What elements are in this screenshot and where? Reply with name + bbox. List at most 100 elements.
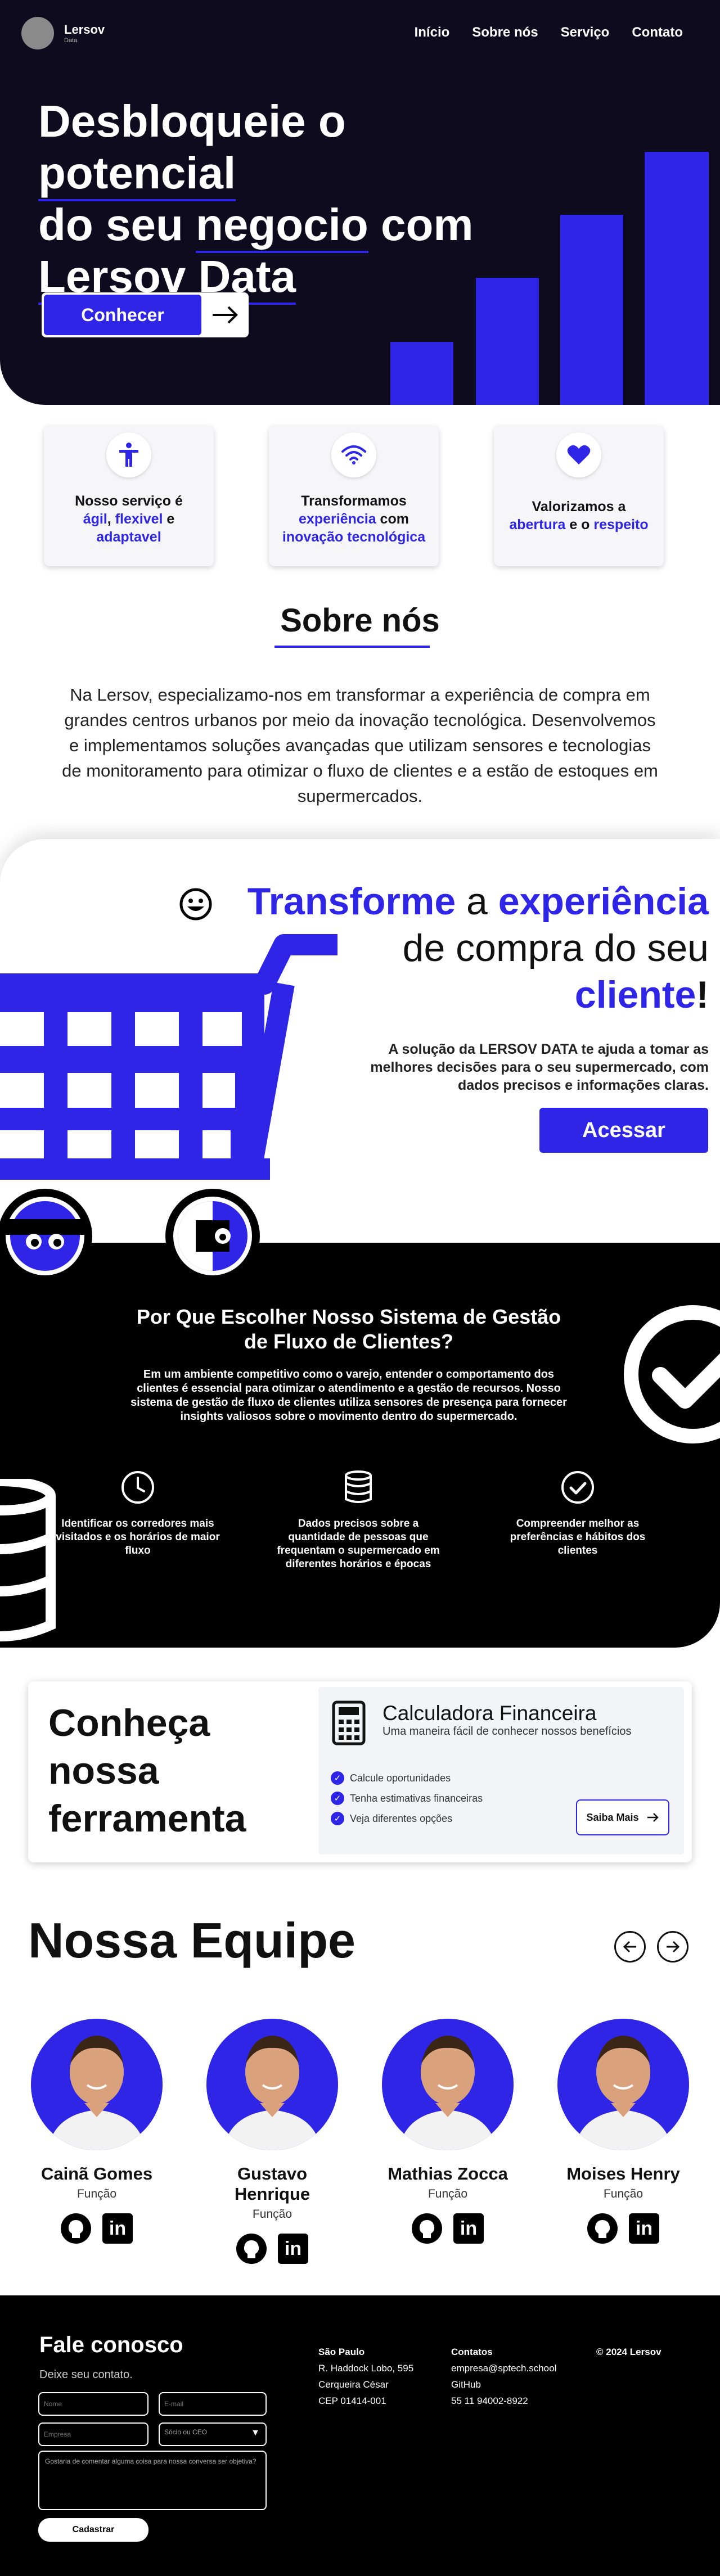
member-photo: [382, 2019, 514, 2150]
feature-card-3: Valorizamos a abertura e o respeito: [494, 426, 664, 566]
logo-avatar[interactable]: [21, 17, 54, 49]
calc-item-2: ✓ Tenha estimativas financeiras: [331, 1792, 483, 1805]
github-icon[interactable]: [587, 2213, 618, 2244]
github-icon[interactable]: [61, 2213, 91, 2244]
transforme-exclaim: !: [696, 973, 709, 1016]
member-name: Mathias Zocca: [388, 2164, 508, 2183]
linkedin-icon[interactable]: in: [629, 2213, 659, 2244]
footer-copyright: © 2024 Lersov: [596, 2344, 662, 2360]
nav-link-servico[interactable]: Serviço: [561, 25, 610, 40]
member-social: in: [380, 2213, 515, 2244]
address-line-2: Cerqueira César: [318, 2379, 389, 2390]
member-photo: [206, 2019, 338, 2150]
linkedin-icon[interactable]: in: [453, 2213, 484, 2244]
copyright-text: © 2024 Lersov: [596, 2347, 662, 2357]
calculator-icon: [332, 1700, 366, 1745]
name-field[interactable]: [38, 2392, 148, 2416]
member-photo: [31, 2019, 163, 2150]
calc-item-3-text: Veja diferentes opções: [350, 1812, 453, 1824]
arrow-right-icon[interactable]: [208, 298, 242, 332]
feature-1-mid: e: [163, 511, 175, 527]
brand-name[interactable]: Lersov: [64, 22, 105, 37]
hero-bar-4: [645, 152, 709, 405]
carousel-prev-button[interactable]: [614, 1931, 646, 1963]
check-icon: ✓: [331, 1792, 344, 1805]
feature-card-2: Transformamos experiência com inovação t…: [269, 426, 439, 566]
nav-links: Início Sobre nós Serviço Contato: [415, 25, 683, 40]
arrow-right-icon: [667, 1941, 680, 1953]
feature-3-hl2: respeito: [593, 517, 649, 533]
role-select-value: Sócio ou CEO: [164, 2428, 208, 2436]
saiba-mais-button[interactable]: Saiba Mais: [576, 1799, 669, 1835]
team-member-1: Cainã Gomes Função in: [29, 2019, 164, 2244]
feature-card-1: Nosso serviço é ágil, flexivel e adaptav…: [44, 426, 214, 566]
member-role: Função: [603, 2187, 644, 2200]
contact-github-link[interactable]: GitHub: [451, 2376, 556, 2393]
feature-1-hl3: adaptavel: [96, 529, 161, 545]
team-member-4: Moises Henry Função in: [556, 2019, 691, 2244]
linkedin-icon[interactable]: in: [278, 2234, 308, 2264]
acessar-button[interactable]: Acessar: [539, 1108, 708, 1153]
hero-bar-1: [390, 342, 453, 405]
member-name: Gustavo Henrique: [234, 2164, 310, 2204]
footer-contacts: Contatos empresa@sptech.school GitHub 55…: [451, 2344, 556, 2409]
saiba-mais-label[interactable]: Saiba Mais: [586, 1812, 638, 1824]
caret-down-icon: ▼: [251, 2428, 260, 2438]
sobre-underline: [274, 646, 430, 648]
feature-2-hl1: experiência: [299, 511, 376, 527]
email-field[interactable]: [159, 2392, 267, 2416]
transforme-word-1: Transforme: [247, 880, 456, 923]
cart-wheel-left-icon: [0, 1189, 92, 1283]
member-role: Função: [76, 2187, 117, 2200]
feature-1-pre: Nosso serviço é: [75, 493, 183, 509]
cadastrar-button[interactable]: Cadastrar: [38, 2518, 148, 2542]
member-name: Moises Henry: [566, 2164, 680, 2183]
heart-icon: [556, 432, 601, 477]
feature-1-hl2: flexivel: [115, 511, 163, 527]
accessibility-icon: [106, 432, 151, 477]
calc-item-1: ✓ Calcule oportunidades: [331, 1771, 451, 1785]
why-item-2: Dados precisos sobre a quantidade de pes…: [271, 1468, 446, 1571]
hero-line2-a: do seu: [38, 200, 196, 250]
wifi-icon: [331, 432, 376, 477]
github-icon[interactable]: [236, 2234, 267, 2264]
feature-text-1: Nosso serviço é ágil, flexivel e adaptav…: [50, 492, 208, 546]
cart-wheel-right-icon: [165, 1189, 260, 1283]
transforme-word-4: cliente: [574, 973, 696, 1016]
why-item-3-text: Compreender melhor as preferências e háb…: [510, 1518, 646, 1557]
why-text: Em um ambiente competitivo como o varejo…: [130, 1368, 567, 1423]
calc-item-2-text: Tenha estimativas financeiras: [350, 1792, 483, 1804]
company-field[interactable]: [38, 2422, 148, 2446]
check-icon: ✓: [331, 1771, 344, 1785]
conhecer-button-label[interactable]: Conhecer: [44, 295, 201, 335]
why-item-1-text: Identificar os corredores mais visitados…: [56, 1518, 220, 1557]
address-line-1: R. Haddock Lobo, 595: [318, 2363, 414, 2374]
contact-email-link[interactable]: empresa@sptech.school: [451, 2360, 556, 2376]
message-textarea[interactable]: Gostaria de comentar alguma coisa para n…: [38, 2451, 267, 2510]
linkedin-icon[interactable]: in: [102, 2213, 133, 2244]
contact-phone: 55 11 94002-8922: [451, 2395, 528, 2406]
hero-line1-b: potencial: [38, 148, 236, 201]
page: Lersov Data Início Sobre nós Serviço Con…: [0, 0, 720, 2576]
member-social: in: [205, 2234, 340, 2264]
sobre-text: Na Lersov, especializamo-nos em transfor…: [62, 685, 658, 806]
nav-link-inicio[interactable]: Início: [415, 25, 450, 40]
carousel-next-button[interactable]: [657, 1931, 688, 1963]
arrow-right-icon: [647, 1813, 659, 1822]
feature-3-hl1: abertura: [509, 517, 566, 533]
nav-link-contato[interactable]: Contato: [632, 25, 683, 40]
member-role: Função: [252, 2208, 292, 2221]
feature-3-sep: e o: [565, 517, 594, 533]
tool-title-2: nossa: [48, 1749, 159, 1792]
transforme-word-3: experiência: [498, 880, 709, 923]
check-circle-icon: [558, 1468, 597, 1507]
big-database-icon: [0, 1479, 56, 1641]
address-title: São Paulo: [318, 2347, 365, 2357]
role-select[interactable]: Sócio ou CEO ▼: [159, 2422, 267, 2446]
feature-1-sep: ,: [107, 511, 115, 527]
tool-title-3: ferramenta: [48, 1797, 246, 1840]
github-icon[interactable]: [412, 2213, 442, 2244]
nav-link-sobre[interactable]: Sobre nós: [472, 25, 538, 40]
footer-address: São Paulo R. Haddock Lobo, 595 Cerqueira…: [318, 2344, 413, 2409]
conhecer-button[interactable]: Conhecer: [42, 292, 249, 337]
